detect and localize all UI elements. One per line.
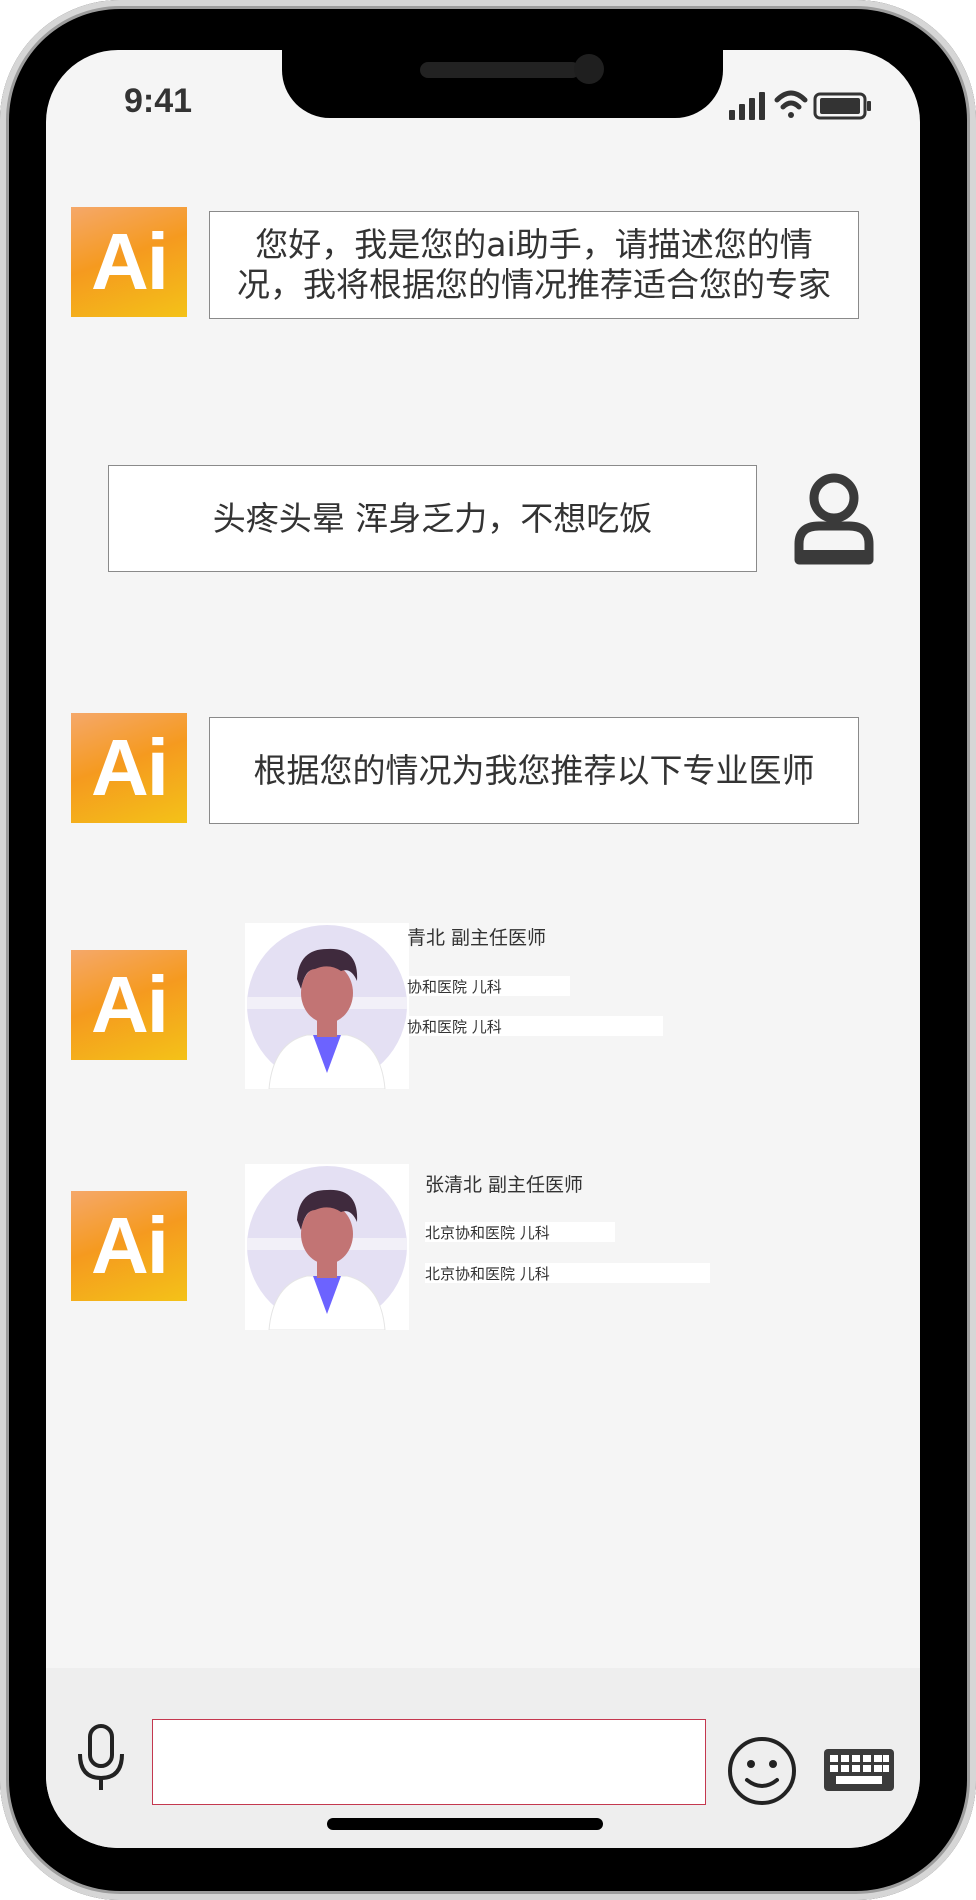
ai-avatar: Ai — [71, 713, 187, 823]
doctor-name-title: 张清北 副主任医师 — [425, 1174, 584, 1196]
doctor-hospital-dept: 协和医院 儿科 — [407, 1016, 663, 1036]
microphone-icon[interactable] — [76, 1724, 126, 1792]
ai-message-line: 况，我将根据您的情况推荐适合您的专家 — [237, 265, 831, 304]
speaker-grille — [420, 62, 580, 78]
user-icon — [794, 473, 874, 565]
ai-avatar: Ai — [71, 1191, 187, 1301]
chat-screen: 9:41 Ai 您好，我是您的ai助手，请描述您的情 况，我将根据您的情况推荐适… — [46, 50, 920, 1848]
home-indicator — [327, 1818, 603, 1830]
ai-avatar-label: Ai — [91, 217, 169, 306]
ai-message-bubble: 您好，我是您的ai助手，请描述您的情 况，我将根据您的情况推荐适合您的专家 — [209, 211, 859, 319]
doctor-hospital-dept: 北京协和医院 儿科 — [425, 1263, 710, 1283]
doctor-avatar-illustration — [247, 1166, 407, 1330]
doctor-hospital-dept: 协和医院 儿科 — [407, 976, 570, 996]
keyboard-icon[interactable] — [824, 1749, 894, 1791]
battery-icon — [813, 92, 871, 120]
message-input[interactable] — [152, 1719, 706, 1805]
front-camera — [574, 54, 604, 84]
status-icons — [729, 90, 871, 120]
signal-icon — [729, 92, 765, 120]
doctor-photo[interactable] — [245, 1164, 409, 1330]
ai-avatar: Ai — [71, 950, 187, 1060]
ai-message-line: 您好，我是您的ai助手，请描述您的情 — [255, 225, 813, 264]
doctor-avatar-illustration — [247, 925, 407, 1089]
ai-avatar-label: Ai — [91, 960, 169, 1049]
emoji-icon[interactable] — [727, 1736, 797, 1806]
ai-message-bubble: 根据您的情况为我您推荐以下专业医师 — [209, 717, 859, 824]
wifi-icon — [774, 90, 808, 118]
doctor-hospital-dept: 北京协和医院 儿科 — [425, 1222, 615, 1242]
ai-avatar-label: Ai — [91, 1201, 169, 1290]
user-message-bubble: 头疼头晕 浑身乏力，不想吃饭 — [108, 465, 757, 572]
ai-avatar: Ai — [71, 207, 187, 317]
ai-message-text: 根据您的情况为我您推荐以下专业医师 — [253, 750, 815, 790]
user-message-text: 头疼头晕 浑身乏力，不想吃饭 — [212, 498, 653, 538]
status-time: 9:41 — [124, 82, 193, 120]
ai-avatar-label: Ai — [91, 723, 169, 812]
doctor-photo[interactable] — [245, 923, 409, 1089]
doctor-name-title: 青北 副主任医师 — [407, 927, 547, 949]
notch — [282, 50, 723, 118]
